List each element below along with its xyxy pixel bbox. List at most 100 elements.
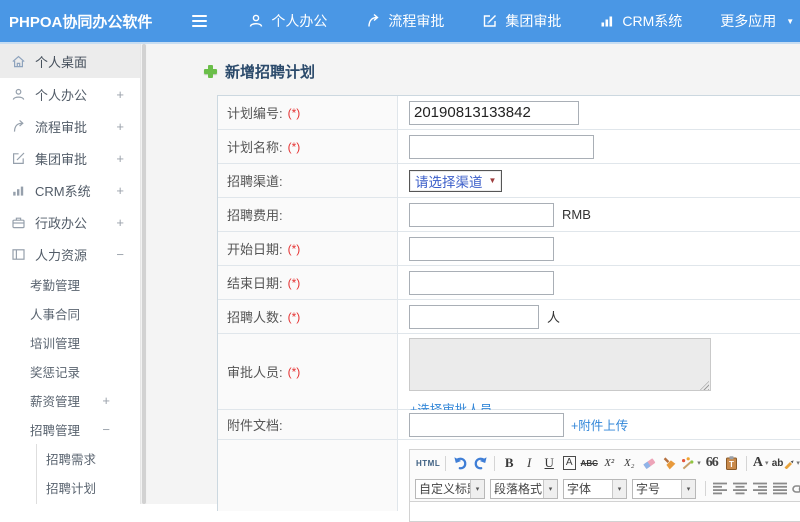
expander-minus[interactable]: − <box>102 422 110 437</box>
sidebar-item-personal-desktop[interactable]: 个人桌面 <box>0 44 140 78</box>
field-label: 结束日期: <box>227 273 283 292</box>
currency-suffix: RMB <box>562 207 591 222</box>
subscript-button[interactable]: X₂ <box>620 453 638 473</box>
font-border-button[interactable]: A <box>563 456 576 470</box>
attachment-input[interactable] <box>409 413 564 437</box>
sidebar-item-workflow-approval[interactable]: 流程审批 + <box>0 110 140 142</box>
redo-button[interactable] <box>471 453 489 473</box>
sidebar-item-salary-mgmt[interactable]: 薪资管理 + <box>0 386 140 415</box>
form-row-attachment: 附件文档: +附件上传 <box>218 410 800 440</box>
editor-content-area[interactable] <box>409 502 800 522</box>
topnav-group-approval[interactable]: 集团审批 <box>463 0 580 42</box>
sidebar-item-attendance-mgmt[interactable]: 考勤管理 <box>0 270 140 299</box>
sidebar-item-reward-records[interactable]: 奖惩记录 <box>0 357 140 386</box>
channel-select[interactable]: 请选择渠道 ▼ <box>409 170 502 192</box>
cost-input[interactable] <box>409 203 554 227</box>
auto-typeset-button[interactable]: ▾ <box>680 453 701 473</box>
editor-toolbar-row2: 自定义标题 ▾ 段落格式 ▾ 字体 ▾ <box>410 476 800 501</box>
topnav-personal-office[interactable]: 个人办公 <box>229 0 346 42</box>
underline-button[interactable]: U <box>540 453 558 473</box>
end-date-input[interactable] <box>409 271 554 295</box>
field-label: 招聘人数: <box>227 307 283 326</box>
custom-title-combo[interactable]: 自定义标题 ▾ <box>415 479 485 499</box>
strikethrough-button[interactable]: ABC <box>580 453 598 473</box>
expander-plus[interactable]: + <box>102 393 110 408</box>
editor-toolbar-row1: HTML B I U A ABC X² <box>410 450 800 476</box>
superscript-button[interactable]: X² <box>600 453 618 473</box>
headcount-input[interactable] <box>409 305 539 329</box>
attachment-upload-link[interactable]: +附件上传 <box>571 415 628 434</box>
required-mark: (*) <box>288 106 301 120</box>
menu-toggle-icon[interactable] <box>192 15 207 27</box>
recruit-plan-form: 计划编号: (*) 计划名称: (*) 招聘渠道: <box>217 95 800 511</box>
paragraph-format-combo[interactable]: 段落格式 ▾ <box>490 479 558 499</box>
required-mark: (*) <box>288 310 301 324</box>
font-size-combo[interactable]: 字号 ▾ <box>632 479 696 499</box>
expander-plus[interactable]: + <box>116 151 124 166</box>
form-row-content-editor: HTML B I U A ABC X² <box>218 440 800 511</box>
plan-name-input[interactable] <box>409 135 594 159</box>
topbar: PHPOA协同办公软件 个人办公 流程审批 集团审批 CRM系统 更多应用 ▼ <box>0 0 800 44</box>
required-mark: (*) <box>288 365 301 379</box>
align-justify-icon[interactable] <box>771 479 789 499</box>
expander-plus[interactable]: + <box>116 183 124 198</box>
plan-number-input[interactable] <box>409 101 579 125</box>
undo-button[interactable] <box>451 453 469 473</box>
combo-arrow-icon: ▾ <box>681 480 695 498</box>
source-code-button[interactable]: HTML <box>416 453 440 473</box>
blockquote-button[interactable]: 66 <box>703 453 721 473</box>
expander-plus[interactable]: + <box>116 215 124 230</box>
sidebar-item-human-resources[interactable]: 人力资源 − <box>0 238 140 270</box>
font-color-button[interactable]: A ▾ <box>752 453 770 473</box>
caret-down-icon: ▼ <box>786 17 794 26</box>
recruit-submenu: 招聘需求 招聘计划 人才库 <box>36 444 140 504</box>
field-label: 招聘费用: <box>227 205 283 224</box>
expander-minus[interactable]: − <box>116 247 124 262</box>
align-center-icon[interactable] <box>731 479 749 499</box>
user-icon <box>248 13 264 29</box>
font-family-combo[interactable]: 字体 ▾ <box>563 479 627 499</box>
bold-button[interactable]: B <box>500 453 518 473</box>
svg-text:T: T <box>729 460 734 469</box>
topnav-more-apps[interactable]: 更多应用 ▼ <box>701 0 800 42</box>
sidebar-item-hr-contracts[interactable]: 人事合同 <box>0 299 140 328</box>
link-icon[interactable] <box>791 479 800 499</box>
form-row-plan-name: 计划名称: (*) <box>218 130 800 164</box>
paste-text-icon[interactable]: T <box>723 453 741 473</box>
sidebar-item-admin-office[interactable]: 行政办公 + <box>0 206 140 238</box>
approvers-textarea[interactable] <box>409 338 711 391</box>
form-row-end-date: 结束日期: (*) <box>218 266 800 300</box>
topnav-workflow-approval[interactable]: 流程审批 <box>346 0 463 42</box>
sidebar-item-group-approval[interactable]: 集团审批 + <box>0 142 140 174</box>
align-left-icon[interactable] <box>711 479 729 499</box>
sidebar-item-crm-system[interactable]: CRM系统 + <box>0 174 140 206</box>
rich-text-editor: HTML B I U A ABC X² <box>409 449 800 502</box>
expander-plus[interactable]: + <box>116 119 124 134</box>
sidebar-scrollbar[interactable] <box>140 44 147 504</box>
sidebar-item-recruit-mgmt[interactable]: 招聘管理 − <box>0 415 140 444</box>
topnav-crm-system[interactable]: CRM系统 <box>580 0 701 42</box>
sidebar-item-recruit-plan[interactable]: 招聘计划 <box>37 473 140 502</box>
edit-icon <box>482 13 498 29</box>
form-row-channel: 招聘渠道: 请选择渠道 ▼ <box>218 164 800 198</box>
align-right-icon[interactable] <box>751 479 769 499</box>
expander-plus[interactable]: + <box>116 87 124 102</box>
sidebar-item-recruit-demand[interactable]: 招聘需求 <box>37 444 140 473</box>
eraser-icon[interactable] <box>640 453 658 473</box>
sidebar-item-personal-office[interactable]: 个人办公 + <box>0 78 140 110</box>
dropdown-arrow-icon: ▾ <box>765 459 769 467</box>
start-date-input[interactable] <box>409 237 554 261</box>
scrollbar-thumb[interactable] <box>142 44 146 504</box>
highlight-color-button[interactable]: ab ▾ <box>772 453 800 473</box>
format-brush-icon[interactable] <box>660 453 678 473</box>
sidebar-item-training-mgmt[interactable]: 培训管理 <box>0 328 140 357</box>
page-title: 新增招聘计划 <box>147 44 800 95</box>
field-label: 审批人员: <box>227 362 283 381</box>
flow-icon <box>11 119 26 134</box>
field-label: 计划编号: <box>227 103 283 122</box>
book-icon <box>11 247 26 262</box>
main-content: 新增招聘计划 计划编号: (*) 计划名称: (*) <box>147 44 800 504</box>
user-icon <box>11 87 26 102</box>
italic-button[interactable]: I <box>520 453 538 473</box>
combo-arrow-icon: ▾ <box>612 480 626 498</box>
